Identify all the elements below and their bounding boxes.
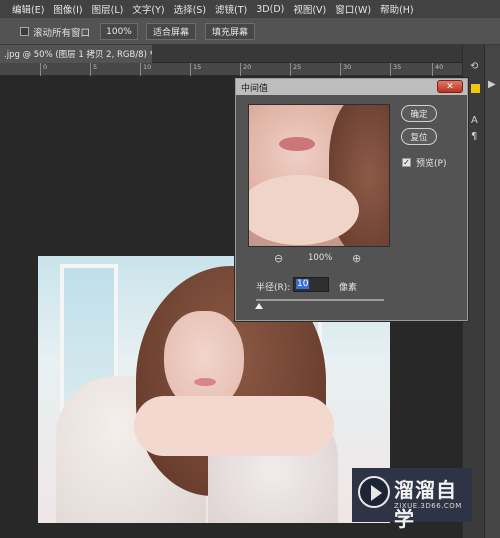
radius-value: 10 [296, 279, 310, 289]
close-button[interactable]: ✕ [437, 80, 463, 93]
play-icon[interactable]: ▶ [488, 79, 496, 90]
radius-slider-thumb[interactable] [255, 303, 263, 309]
radius-label: 半径(R): [256, 283, 291, 293]
ruler-tick: 20 [240, 63, 251, 76]
ruler-tick: 40 [432, 63, 443, 76]
fit-screen-button[interactable]: 适合屏幕 [146, 23, 196, 40]
median-filter-dialog: 中间值 ✕ 确定 复位 ✓ 预览(P) ⊖ 100% ⊕ 半径(R): 10 像… [235, 78, 468, 321]
character-icon[interactable]: A [471, 115, 478, 126]
ruler-tick: 10 [140, 63, 151, 76]
document-tab-row: .jpg @ 50% (图层 1 拷贝 2, RGB/8) * [0, 45, 462, 63]
reset-button[interactable]: 复位 [401, 128, 437, 145]
ruler-tick: 25 [290, 63, 301, 76]
document-tab[interactable]: .jpg @ 50% (图层 1 拷贝 2, RGB/8) * [0, 45, 152, 63]
ok-button[interactable]: 确定 [401, 105, 437, 122]
radius-slider-track[interactable] [256, 299, 384, 301]
ruler-tick: 35 [390, 63, 401, 76]
history-icon[interactable]: ⟲ [470, 61, 478, 72]
preview-checkbox[interactable]: ✓ [402, 158, 411, 167]
paragraph-icon[interactable]: ¶ [471, 131, 477, 142]
ruler-tick: 5 [90, 63, 97, 76]
radius-input[interactable]: 10 [293, 277, 329, 292]
ruler-tick: 30 [340, 63, 351, 76]
menu-edit[interactable]: 编辑(E) [12, 2, 44, 16]
arm [134, 396, 334, 456]
zoom-100-button[interactable]: 100% [100, 23, 138, 40]
panel-dock: ▶ [484, 45, 500, 538]
fill-screen-button[interactable]: 填充屏幕 [205, 23, 255, 40]
watermark-url: ZIXUE.3D66.COM [394, 502, 462, 510]
preview-label: 预览(P) [416, 159, 447, 169]
watermark-logo: 溜溜自学 ZIXUE.3D66.COM [352, 468, 472, 531]
menu-image[interactable]: 图像(I) [53, 2, 82, 16]
menu-help[interactable]: 帮助(H) [380, 2, 414, 16]
ruler-tick: 0 [40, 63, 47, 76]
menu-bar: 编辑(E) 图像(I) 图层(L) 文字(Y) 选择(S) 滤镜(T) 3D(D… [0, 0, 500, 18]
menu-view[interactable]: 视图(V) [293, 2, 326, 16]
ruler-tick: 15 [190, 63, 201, 76]
play-icon [371, 485, 382, 501]
menu-filter[interactable]: 滤镜(T) [215, 2, 247, 16]
menu-window[interactable]: 窗口(W) [335, 2, 371, 16]
filter-preview[interactable] [248, 104, 390, 247]
menu-3d[interactable]: 3D(D) [256, 4, 284, 15]
lips [194, 378, 216, 386]
scroll-all-checkbox[interactable] [20, 27, 29, 36]
unit-label: 像素 [339, 283, 358, 293]
menu-select[interactable]: 选择(S) [174, 2, 206, 16]
menu-layer[interactable]: 图层(L) [92, 2, 124, 16]
zoom-in-icon[interactable]: ⊕ [352, 252, 361, 265]
options-bar: 滚动所有窗口 100% 适合屏幕 填充屏幕 [0, 18, 500, 45]
horizontal-ruler: 0 5 10 15 20 25 30 35 40 [0, 63, 462, 76]
zoom-row: ⊖ 100% ⊕ [274, 252, 374, 265]
dialog-title-bar[interactable]: 中间值 ✕ [236, 79, 467, 95]
menu-type[interactable]: 文字(Y) [132, 2, 164, 16]
preview-lips [279, 137, 315, 151]
zoom-level: 100% [308, 253, 333, 263]
color-swatch[interactable] [471, 84, 480, 93]
dialog-title: 中间值 [241, 84, 269, 94]
photoshop-window: 编辑(E) 图像(I) 图层(L) 文字(Y) 选择(S) 滤镜(T) 3D(D… [0, 0, 500, 538]
zoom-out-icon[interactable]: ⊖ [274, 252, 283, 265]
scroll-all-label: 滚动所有窗口 [33, 28, 91, 39]
